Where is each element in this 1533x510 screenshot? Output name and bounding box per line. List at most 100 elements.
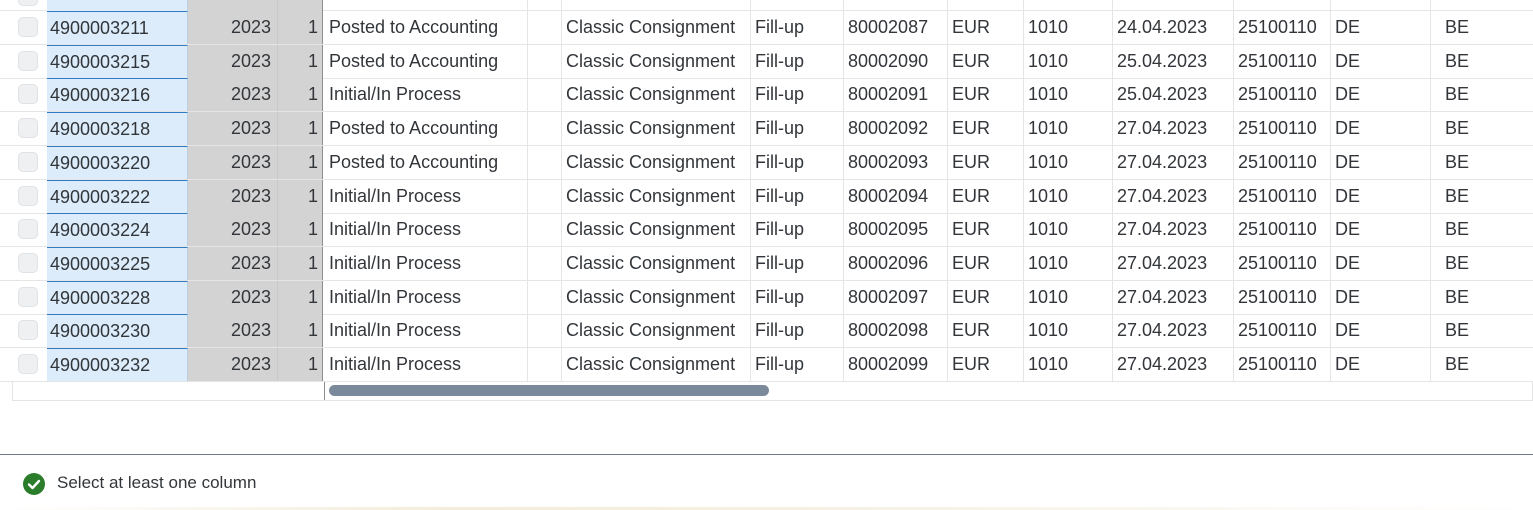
table-row[interactable]: 4900003230 2023 1 Initial/In Process Classic… [0,314,1533,349]
row-checkbox[interactable] [18,0,38,6]
cell-item: 1 [278,314,323,348]
cell-type: Fill-up [751,179,844,213]
cell-plant: 1010 [1024,246,1113,280]
row-checkbox[interactable] [18,219,38,240]
cell-to: BE [1445,252,1470,273]
row-selector[interactable] [12,281,47,314]
cell-document[interactable]: 4900003220 [47,145,188,179]
cell-blank [528,179,562,213]
cell-process: Classic Consignment [562,348,751,381]
cell-document[interactable]: 4900003224 [47,213,188,247]
cell-plant: 1010 [1024,11,1113,44]
row-selector[interactable] [12,314,47,347]
table-row[interactable]: 4900003211 2023 1 Posted to Accounting Class… [0,11,1533,45]
cell-document[interactable]: 4900003222 [47,179,188,213]
cell-year: 2023 [188,145,278,179]
row-checkbox[interactable] [18,17,38,37]
horizontal-scrollbar[interactable] [12,382,1533,401]
table-row[interactable]: 4900003224 2023 1 Initial/In Process Classic… [0,213,1533,248]
cell-currency: EUR [948,145,1024,179]
cell-from: DE [1331,78,1431,112]
row-checkbox[interactable] [18,320,38,341]
row-selector[interactable] [12,213,47,246]
cell-plant: 1010 [1024,348,1113,381]
row-selector[interactable] [12,78,47,111]
cell-from: DE [1331,11,1431,44]
cell-account: 25100110 [1234,280,1331,314]
row-selector[interactable] [12,45,47,78]
cell-type: Fill-up [751,314,844,348]
cell-document[interactable]: 4900003215 [47,44,188,78]
row-checkbox[interactable] [18,354,38,374]
cell-status: Initial/In Process [323,246,528,280]
cell-type: Fill-up [751,11,844,44]
cell-number: 80002098 [844,314,948,348]
cell-document[interactable]: 4900003232 [47,348,188,381]
cell-currency: EUR [948,179,1024,213]
table-row[interactable]: 4900003220 2023 1 Posted to Accounting Class… [0,145,1533,180]
cell-blank [528,44,562,78]
cell-number: 80002095 [844,213,948,247]
cell-account: 25100110 [1234,246,1331,280]
cell-plant: 1010 [1024,44,1113,78]
row-checkbox[interactable] [18,185,38,206]
row-selector[interactable] [12,247,47,280]
row-checkbox[interactable] [18,118,38,139]
table-row[interactable]: 4900003216 2023 1 Initial/In Process Classic… [0,78,1533,113]
scrollbar-thumb[interactable] [329,385,769,396]
cell-document[interactable]: 4900003218 [47,112,188,146]
cell-type: Fill-up [751,78,844,112]
cell-year: 2023 [188,246,278,280]
cell-account: 25100110 [1234,348,1331,381]
cell-type: Fill-up [751,246,844,280]
table-row[interactable]: 4900003228 2023 1 Initial/In Process Classic… [0,280,1533,315]
cell-year: 2023 [188,213,278,247]
cell-from: DE [1331,246,1431,280]
cell-blank [528,280,562,314]
cell-process: Classic Consignment [562,11,751,44]
cell-date: 27.04.2023 [1113,213,1234,247]
cell-date: 27.04.2023 [1113,348,1234,381]
cell-status: Posted to Accounting [323,112,528,146]
cell-blank [528,112,562,146]
cell-plant: 1010 [1024,112,1113,146]
cell-year: 2023 [188,348,278,381]
message-text: Select at least one column [57,473,257,492]
cell-number: 80002093 [844,145,948,179]
cell-document[interactable]: 4900003230 [47,314,188,348]
cell-currency: EUR [948,348,1024,381]
cell-plant: 1010 [1024,280,1113,314]
cell-document[interactable]: 4900003216 [47,78,188,112]
cell-account: 25100110 [1234,11,1331,44]
cell-date: 27.04.2023 [1113,145,1234,179]
table-row[interactable]: 4900003222 2023 1 Initial/In Process Classic… [0,179,1533,214]
table-row[interactable]: 4900003232 2023 1 Initial/In Process Classic… [0,348,1533,382]
cell-document[interactable]: 4900003211 [47,11,188,44]
row-selector[interactable] [12,146,47,179]
row-checkbox[interactable] [18,286,38,307]
row-selector[interactable] [12,348,47,381]
cell-process: Classic Consignment [562,179,751,213]
row-checkbox[interactable] [18,84,38,105]
cell-account: 25100110 [1234,78,1331,112]
cell-account: 25100110 [1234,213,1331,247]
cell-from: DE [1331,280,1431,314]
row-checkbox[interactable] [18,50,38,71]
row-selector[interactable] [12,112,47,145]
row-selector[interactable] [12,180,47,213]
cell-blank [528,314,562,348]
cell-from: DE [1331,348,1431,381]
cell-from: DE [1331,145,1431,179]
row-checkbox[interactable] [18,252,38,273]
cell-year: 2023 [188,314,278,348]
table-row[interactable]: 4900003215 2023 1 Posted to Accounting Class… [0,44,1533,79]
row-checkbox[interactable] [18,151,38,172]
cell-document[interactable]: 4900003225 [47,246,188,280]
row-selector[interactable] [12,11,47,44]
table-row[interactable]: 4900003218 2023 1 Posted to Accounting Class… [0,112,1533,147]
table-row[interactable]: 4900003225 2023 1 Initial/In Process Classic… [0,246,1533,281]
cell-document[interactable]: 4900003228 [47,280,188,314]
cell-to: BE [1445,219,1470,240]
cell-currency: EUR [948,246,1024,280]
cell-type: Fill-up [751,112,844,146]
